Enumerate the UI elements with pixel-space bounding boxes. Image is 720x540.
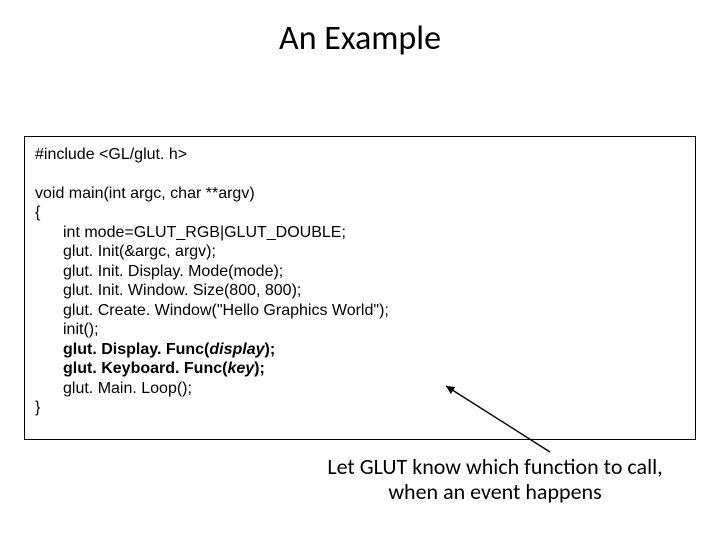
code-kf-a: glut. Keyboard. Func( <box>63 360 227 377</box>
code-line-keyboardfunc: glut. Keyboard. Func(key); <box>63 359 685 379</box>
blank-line <box>35 165 685 184</box>
code-df-a: glut. Display. Func( <box>63 341 209 358</box>
code-line-mainloop: glut. Main. Loop(); <box>63 379 685 399</box>
code-kf-c: ); <box>254 360 265 377</box>
slide-title: An Example <box>0 0 720 59</box>
code-line-init: glut. Init(&argc, argv); <box>63 242 685 262</box>
code-line-mode: int mode=GLUT_RGB|GLUT_DOUBLE; <box>63 223 685 243</box>
code-df-c: ); <box>265 341 276 358</box>
code-line-initcall: init(); <box>63 320 685 340</box>
code-df-arg: display <box>209 341 264 358</box>
code-line-windowsize: glut. Init. Window. Size(800, 800); <box>63 281 685 301</box>
code-include: #include <GL/glut. h> <box>35 145 685 165</box>
code-line-displayfunc: glut. Display. Func(display); <box>63 340 685 360</box>
code-open-brace: { <box>35 203 685 223</box>
code-line-createwindow: glut. Create. Window("Hello Graphics Wor… <box>63 301 685 321</box>
code-kf-arg: key <box>227 360 254 377</box>
caption-line1: Let GLUT know which function to call, <box>290 454 700 479</box>
caption-line2: when an event happens <box>290 479 700 504</box>
code-line-displaymode: glut. Init. Display. Mode(mode); <box>63 262 685 282</box>
code-body: int mode=GLUT_RGB|GLUT_DOUBLE; glut. Ini… <box>63 223 685 399</box>
code-box: #include <GL/glut. h> void main(int argc… <box>24 136 696 440</box>
code-main-sig: void main(int argc, char **argv) <box>35 184 685 204</box>
caption: Let GLUT know which function to call, wh… <box>290 454 700 505</box>
slide: An Example #include <GL/glut. h> void ma… <box>0 0 720 540</box>
code-close-brace: } <box>35 398 685 418</box>
